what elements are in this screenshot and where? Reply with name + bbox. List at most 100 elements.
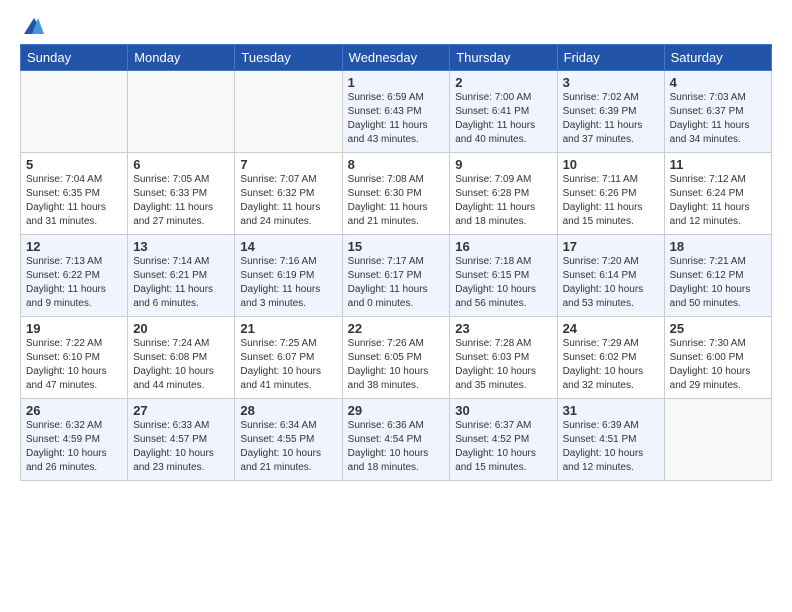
calendar-cell: 25Sunrise: 7:30 AMSunset: 6:00 PMDayligh…: [664, 317, 771, 399]
day-info: Sunrise: 7:22 AMSunset: 6:10 PMDaylight:…: [26, 337, 122, 393]
day-info: Sunrise: 6:36 AMSunset: 4:54 PMDaylight:…: [348, 419, 445, 475]
day-info: Sunrise: 6:33 AMSunset: 4:57 PMDaylight:…: [133, 419, 229, 475]
day-info: Sunrise: 6:59 AMSunset: 6:43 PMDaylight:…: [348, 91, 445, 147]
day-number: 18: [670, 239, 766, 254]
calendar-cell: 27Sunrise: 6:33 AMSunset: 4:57 PMDayligh…: [128, 399, 235, 481]
day-number: 20: [133, 321, 229, 336]
day-number: 15: [348, 239, 445, 254]
day-number: 30: [455, 403, 551, 418]
calendar-cell: 6Sunrise: 7:05 AMSunset: 6:33 PMDaylight…: [128, 153, 235, 235]
calendar-cell: 24Sunrise: 7:29 AMSunset: 6:02 PMDayligh…: [557, 317, 664, 399]
calendar-cell: 3Sunrise: 7:02 AMSunset: 6:39 PMDaylight…: [557, 71, 664, 153]
calendar-cell: 10Sunrise: 7:11 AMSunset: 6:26 PMDayligh…: [557, 153, 664, 235]
calendar-header-thursday: Thursday: [450, 45, 557, 71]
day-number: 24: [563, 321, 659, 336]
day-info: Sunrise: 7:05 AMSunset: 6:33 PMDaylight:…: [133, 173, 229, 229]
calendar-cell: 28Sunrise: 6:34 AMSunset: 4:55 PMDayligh…: [235, 399, 342, 481]
day-number: 22: [348, 321, 445, 336]
day-number: 3: [563, 75, 659, 90]
day-number: 7: [240, 157, 336, 172]
calendar-cell: 18Sunrise: 7:21 AMSunset: 6:12 PMDayligh…: [664, 235, 771, 317]
calendar-header-monday: Monday: [128, 45, 235, 71]
day-number: 25: [670, 321, 766, 336]
calendar-table: SundayMondayTuesdayWednesdayThursdayFrid…: [20, 44, 772, 481]
day-info: Sunrise: 6:39 AMSunset: 4:51 PMDaylight:…: [563, 419, 659, 475]
day-info: Sunrise: 7:09 AMSunset: 6:28 PMDaylight:…: [455, 173, 551, 229]
day-info: Sunrise: 7:29 AMSunset: 6:02 PMDaylight:…: [563, 337, 659, 393]
calendar-cell: 1Sunrise: 6:59 AMSunset: 6:43 PMDaylight…: [342, 71, 450, 153]
calendar-cell: 22Sunrise: 7:26 AMSunset: 6:05 PMDayligh…: [342, 317, 450, 399]
calendar-header-saturday: Saturday: [664, 45, 771, 71]
day-number: 8: [348, 157, 445, 172]
day-info: Sunrise: 7:30 AMSunset: 6:00 PMDaylight:…: [670, 337, 766, 393]
day-number: 31: [563, 403, 659, 418]
page-container: SundayMondayTuesdayWednesdayThursdayFrid…: [0, 0, 792, 491]
day-info: Sunrise: 7:12 AMSunset: 6:24 PMDaylight:…: [670, 173, 766, 229]
day-number: 10: [563, 157, 659, 172]
day-number: 11: [670, 157, 766, 172]
calendar-cell: 30Sunrise: 6:37 AMSunset: 4:52 PMDayligh…: [450, 399, 557, 481]
day-info: Sunrise: 7:26 AMSunset: 6:05 PMDaylight:…: [348, 337, 445, 393]
day-info: Sunrise: 7:18 AMSunset: 6:15 PMDaylight:…: [455, 255, 551, 311]
day-number: 2: [455, 75, 551, 90]
day-info: Sunrise: 7:25 AMSunset: 6:07 PMDaylight:…: [240, 337, 336, 393]
calendar-cell: [128, 71, 235, 153]
day-info: Sunrise: 7:03 AMSunset: 6:37 PMDaylight:…: [670, 91, 766, 147]
day-number: 6: [133, 157, 229, 172]
calendar-cell: 5Sunrise: 7:04 AMSunset: 6:35 PMDaylight…: [21, 153, 128, 235]
calendar-header-sunday: Sunday: [21, 45, 128, 71]
day-info: Sunrise: 7:02 AMSunset: 6:39 PMDaylight:…: [563, 91, 659, 147]
day-info: Sunrise: 7:11 AMSunset: 6:26 PMDaylight:…: [563, 173, 659, 229]
calendar-header-tuesday: Tuesday: [235, 45, 342, 71]
day-info: Sunrise: 7:04 AMSunset: 6:35 PMDaylight:…: [26, 173, 122, 229]
day-info: Sunrise: 7:16 AMSunset: 6:19 PMDaylight:…: [240, 255, 336, 311]
calendar-cell: 19Sunrise: 7:22 AMSunset: 6:10 PMDayligh…: [21, 317, 128, 399]
calendar-cell: [664, 399, 771, 481]
calendar-week-row: 26Sunrise: 6:32 AMSunset: 4:59 PMDayligh…: [21, 399, 772, 481]
calendar-cell: 20Sunrise: 7:24 AMSunset: 6:08 PMDayligh…: [128, 317, 235, 399]
calendar-cell: 17Sunrise: 7:20 AMSunset: 6:14 PMDayligh…: [557, 235, 664, 317]
day-info: Sunrise: 7:14 AMSunset: 6:21 PMDaylight:…: [133, 255, 229, 311]
calendar-cell: 4Sunrise: 7:03 AMSunset: 6:37 PMDaylight…: [664, 71, 771, 153]
calendar-cell: [21, 71, 128, 153]
logo: [20, 16, 46, 36]
day-info: Sunrise: 6:34 AMSunset: 4:55 PMDaylight:…: [240, 419, 336, 475]
calendar-week-row: 19Sunrise: 7:22 AMSunset: 6:10 PMDayligh…: [21, 317, 772, 399]
calendar-cell: 16Sunrise: 7:18 AMSunset: 6:15 PMDayligh…: [450, 235, 557, 317]
day-info: Sunrise: 7:00 AMSunset: 6:41 PMDaylight:…: [455, 91, 551, 147]
day-number: 12: [26, 239, 122, 254]
calendar-week-row: 1Sunrise: 6:59 AMSunset: 6:43 PMDaylight…: [21, 71, 772, 153]
calendar-cell: 12Sunrise: 7:13 AMSunset: 6:22 PMDayligh…: [21, 235, 128, 317]
calendar-cell: 31Sunrise: 6:39 AMSunset: 4:51 PMDayligh…: [557, 399, 664, 481]
day-number: 9: [455, 157, 551, 172]
day-info: Sunrise: 7:08 AMSunset: 6:30 PMDaylight:…: [348, 173, 445, 229]
calendar-cell: 29Sunrise: 6:36 AMSunset: 4:54 PMDayligh…: [342, 399, 450, 481]
day-number: 5: [26, 157, 122, 172]
day-number: 21: [240, 321, 336, 336]
logo-icon: [22, 16, 46, 36]
day-info: Sunrise: 7:13 AMSunset: 6:22 PMDaylight:…: [26, 255, 122, 311]
calendar-cell: 13Sunrise: 7:14 AMSunset: 6:21 PMDayligh…: [128, 235, 235, 317]
calendar-cell: 15Sunrise: 7:17 AMSunset: 6:17 PMDayligh…: [342, 235, 450, 317]
day-info: Sunrise: 7:21 AMSunset: 6:12 PMDaylight:…: [670, 255, 766, 311]
day-number: 27: [133, 403, 229, 418]
day-info: Sunrise: 7:20 AMSunset: 6:14 PMDaylight:…: [563, 255, 659, 311]
day-number: 16: [455, 239, 551, 254]
calendar-header-friday: Friday: [557, 45, 664, 71]
calendar-cell: 14Sunrise: 7:16 AMSunset: 6:19 PMDayligh…: [235, 235, 342, 317]
day-info: Sunrise: 7:07 AMSunset: 6:32 PMDaylight:…: [240, 173, 336, 229]
calendar-week-row: 5Sunrise: 7:04 AMSunset: 6:35 PMDaylight…: [21, 153, 772, 235]
calendar-week-row: 12Sunrise: 7:13 AMSunset: 6:22 PMDayligh…: [21, 235, 772, 317]
calendar-cell: 11Sunrise: 7:12 AMSunset: 6:24 PMDayligh…: [664, 153, 771, 235]
day-info: Sunrise: 6:32 AMSunset: 4:59 PMDaylight:…: [26, 419, 122, 475]
day-info: Sunrise: 7:24 AMSunset: 6:08 PMDaylight:…: [133, 337, 229, 393]
day-number: 28: [240, 403, 336, 418]
calendar-cell: 26Sunrise: 6:32 AMSunset: 4:59 PMDayligh…: [21, 399, 128, 481]
day-number: 17: [563, 239, 659, 254]
day-number: 1: [348, 75, 445, 90]
calendar-cell: 2Sunrise: 7:00 AMSunset: 6:41 PMDaylight…: [450, 71, 557, 153]
calendar-cell: 7Sunrise: 7:07 AMSunset: 6:32 PMDaylight…: [235, 153, 342, 235]
calendar-cell: 8Sunrise: 7:08 AMSunset: 6:30 PMDaylight…: [342, 153, 450, 235]
day-number: 26: [26, 403, 122, 418]
day-number: 13: [133, 239, 229, 254]
